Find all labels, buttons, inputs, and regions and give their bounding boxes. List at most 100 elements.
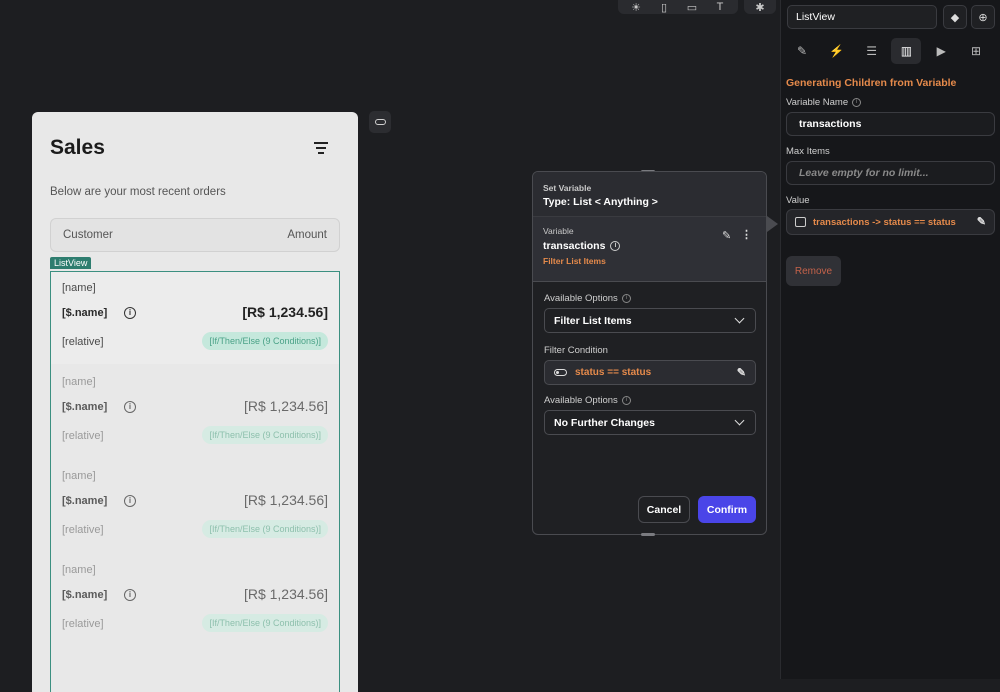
item-relative: [relative] [62, 336, 104, 348]
info-icon: i [610, 241, 621, 251]
filter-condition-value: status == status [575, 367, 652, 378]
chevron-down-icon [734, 415, 745, 426]
list-item[interactable]: [name] [$.name] i [R$ 1,234.56] [relativ… [51, 460, 339, 552]
item-name: [name] [62, 564, 96, 576]
tab-animation-icon[interactable]: ▶ [926, 38, 956, 64]
modal-heading: Set Variable [543, 183, 592, 193]
edit-icon[interactable]: ✎ [737, 366, 746, 379]
value-field[interactable]: transactions -> status == status ✎ [786, 209, 995, 235]
value-text: transactions -> status == status [813, 216, 956, 228]
item-condition-badge: [If/Then/Else (9 Conditions)] [202, 426, 328, 444]
listview-tag: ListView [50, 257, 92, 269]
value-label-text: Value [786, 195, 810, 206]
info-icon: i [852, 98, 862, 107]
info-icon: i [621, 294, 631, 303]
page-subtitle: Below are your most recent orders [50, 186, 226, 198]
tab-styles-icon[interactable]: ✎ [787, 38, 817, 64]
properties-panel: ListView ◆ ⊕ ✎ ⚡ ☰ ▥ ▶ ⊞ Generating Chil… [780, 0, 1000, 679]
toggle-icon [554, 369, 567, 376]
variable-section[interactable]: Variable transactions i Filter List Item… [533, 217, 766, 282]
table-header: Customer Amount [50, 218, 340, 252]
tab-state-icon[interactable]: ⊞ [961, 38, 991, 64]
chevron-down-icon [734, 313, 745, 324]
filter-condition-label: Filter Condition [544, 345, 608, 356]
tab-list-icon[interactable]: ☰ [857, 38, 887, 64]
filter-icon[interactable] [314, 142, 328, 154]
max-items-label-text: Max Items [786, 146, 830, 157]
add-widget-icon[interactable]: ⊕ [971, 5, 995, 29]
modal-resize-handle-bottom[interactable] [641, 533, 655, 536]
gem-icon[interactable]: ◆ [943, 5, 967, 29]
item-amount: [R$ 1,234.56] [243, 586, 328, 602]
page-title: Sales [50, 136, 105, 159]
item-amount: [R$ 1,234.56] [243, 398, 328, 414]
widget-name-field[interactable]: ListView [787, 5, 937, 29]
header-amount: Amount [287, 229, 327, 241]
item-name: [name] [62, 282, 96, 294]
info-icon: i [124, 589, 136, 601]
info-icon: i [621, 396, 631, 405]
value-label: Value [786, 195, 810, 206]
tablet-icon[interactable]: ▭ [678, 0, 706, 14]
tab-generate-children-icon[interactable]: ▥ [891, 38, 922, 64]
set-variable-modal: Set Variable Type: List < Anything > Var… [532, 171, 767, 535]
item-name: [name] [62, 470, 96, 482]
item-sname: [$.name] [62, 401, 108, 413]
max-items-label: Max Items [786, 146, 830, 157]
modal-pointer [767, 216, 778, 232]
confirm-button[interactable]: Confirm [698, 496, 756, 523]
item-amount: [R$ 1,234.56] [242, 304, 328, 320]
available-options-label-2: Available Options i [544, 395, 631, 406]
modal-header: Set Variable Type: List < Anything > [533, 172, 766, 217]
available-options-label: Available Options i [544, 293, 631, 304]
table-icon [795, 217, 806, 227]
variable-name-input[interactable]: transactions [786, 112, 995, 136]
variable-name: transactions [543, 240, 606, 252]
item-relative: [relative] [62, 524, 104, 536]
filter-condition-field[interactable]: status == status ✎ [544, 360, 756, 385]
phone-preview: Sales Below are your most recent orders … [32, 112, 358, 692]
cancel-button[interactable]: Cancel [638, 496, 690, 523]
available-options-select[interactable]: Filter List Items [544, 308, 756, 333]
info-icon: i [124, 307, 136, 319]
item-name: [name] [62, 376, 96, 388]
variable-name-label: Variable Name i [786, 97, 862, 108]
tab-actions-icon[interactable]: ⚡ [822, 38, 852, 64]
item-sname: [$.name] [62, 495, 108, 507]
variable-name-label-text: Variable Name [786, 97, 849, 108]
link-icon[interactable] [369, 111, 391, 133]
item-condition-badge: [If/Then/Else (9 Conditions)] [202, 614, 328, 632]
available-options-text-2: Available Options [544, 395, 618, 406]
item-sname: [$.name] [62, 589, 108, 601]
listview[interactable]: [name] [$.name] i [R$ 1,234.56] [relativ… [50, 271, 340, 692]
modal-type: Type: List < Anything > [543, 196, 658, 208]
panel-tabs: ✎ ⚡ ☰ ▥ ▶ ⊞ [787, 38, 991, 64]
edit-icon[interactable]: ✎ [977, 216, 986, 228]
info-icon: i [124, 401, 136, 413]
max-items-input[interactable]: Leave empty for no limit... [786, 161, 995, 185]
section-title: Generating Children from Variable [786, 77, 957, 89]
select-value: Filter List Items [554, 314, 632, 327]
text-size-icon[interactable]: T [706, 0, 734, 14]
item-relative: [relative] [62, 618, 104, 630]
available-options-text: Available Options [544, 293, 618, 304]
list-item[interactable]: [name] [$.name] i [R$ 1,234.56] [relativ… [51, 554, 339, 646]
list-item[interactable]: [name] [$.name] i [R$ 1,234.56] [relativ… [51, 272, 339, 364]
edit-icon[interactable]: ✎ [722, 229, 734, 242]
canvas-area: ☀ ▯ ▭ T ✱ Sales Below are your most rece… [0, 0, 780, 692]
debug-toolbar: ✱ [744, 0, 776, 14]
item-amount: [R$ 1,234.56] [243, 492, 328, 508]
variable-filter: Filter List Items [543, 256, 606, 266]
remove-button[interactable]: Remove [786, 256, 841, 286]
header-customer: Customer [63, 229, 113, 241]
item-condition-badge: [If/Then/Else (9 Conditions)] [202, 520, 328, 538]
select-value-2: No Further Changes [554, 416, 655, 429]
more-icon[interactable]: ⋮ [741, 228, 752, 241]
sun-icon[interactable]: ☀ [622, 0, 650, 14]
item-sname: [$.name] [62, 307, 108, 319]
list-item[interactable]: [name] [$.name] i [R$ 1,234.56] [relativ… [51, 366, 339, 458]
item-relative: [relative] [62, 430, 104, 442]
bug-icon[interactable]: ✱ [746, 0, 774, 14]
phone-icon[interactable]: ▯ [650, 0, 678, 14]
further-options-select[interactable]: No Further Changes [544, 410, 756, 435]
